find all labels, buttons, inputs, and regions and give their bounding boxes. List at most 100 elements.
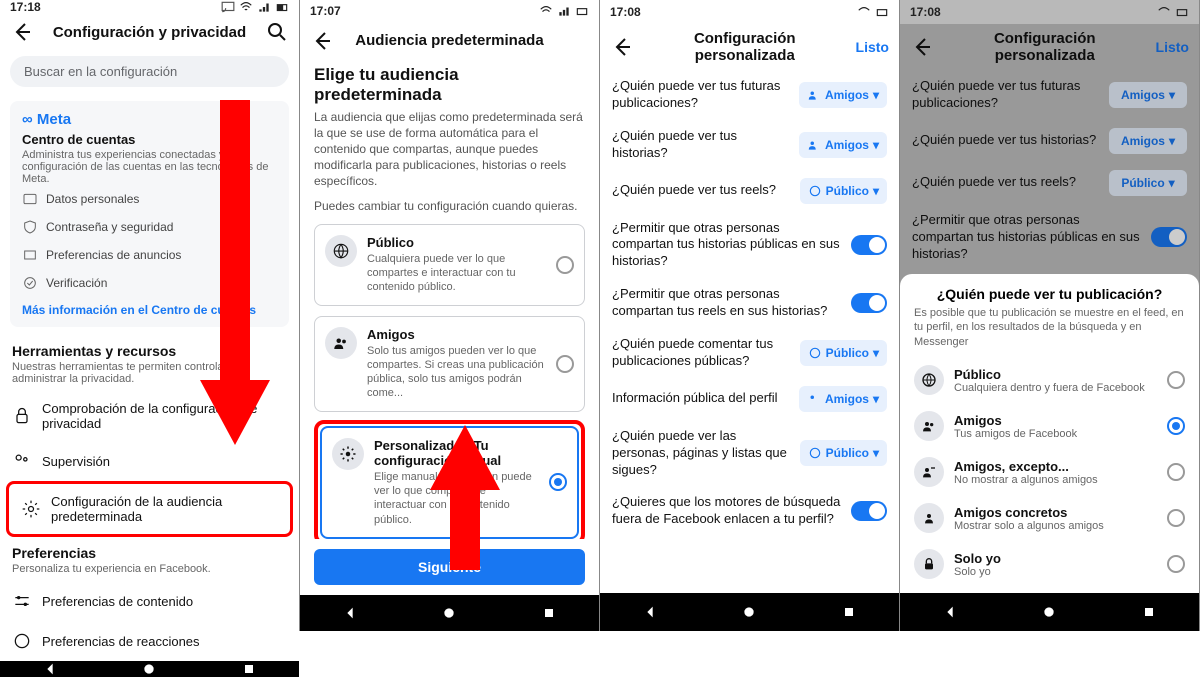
nav-back-icon[interactable] bbox=[42, 661, 58, 677]
id-icon bbox=[22, 191, 38, 207]
option-public[interactable]: PúblicoCualquiera puede ver lo que compa… bbox=[314, 224, 585, 306]
pill-public[interactable]: Público ▾ bbox=[800, 440, 887, 466]
row-reactions-prefs[interactable]: Preferencias de reacciones bbox=[0, 621, 299, 661]
header: Configuración y privacidad bbox=[0, 14, 299, 50]
nav-recent-icon[interactable] bbox=[841, 604, 857, 620]
toggle-on[interactable] bbox=[851, 235, 887, 255]
friends-icon bbox=[332, 334, 350, 352]
status-icons bbox=[857, 5, 889, 19]
lock-icon bbox=[12, 406, 32, 426]
bottom-sheet: ¿Quién puede ver tu publicación? Es posi… bbox=[900, 274, 1199, 593]
battery-icon bbox=[875, 5, 889, 19]
nav-home-icon[interactable] bbox=[441, 605, 457, 621]
globe-icon bbox=[808, 184, 822, 198]
radio-selected[interactable] bbox=[1167, 417, 1185, 435]
header-dimmed: Configuración personalizada Listo bbox=[900, 24, 1199, 70]
android-navbar bbox=[900, 593, 1199, 631]
reactions-icon bbox=[12, 631, 32, 651]
arrow-left-icon bbox=[610, 35, 634, 59]
card-desc: Administra tus experiencias conectadas y… bbox=[22, 149, 277, 185]
radio[interactable] bbox=[1167, 509, 1185, 527]
row-content-prefs[interactable]: Preferencias de contenido bbox=[0, 581, 299, 621]
section-prefs-title: Preferencias bbox=[0, 537, 299, 563]
card-row-security[interactable]: Contraseña y seguridad bbox=[22, 213, 277, 241]
pill-friends[interactable]: Amigos ▾ bbox=[799, 82, 887, 108]
globe-icon bbox=[808, 446, 822, 460]
sheet-option-public[interactable]: PúblicoCualquiera dentro y fuera de Face… bbox=[914, 357, 1185, 403]
nav-home-icon[interactable] bbox=[741, 604, 757, 620]
meta-logo: ∞ Meta bbox=[22, 111, 277, 128]
next-button[interactable]: Siguiente bbox=[314, 549, 585, 585]
pill-friends[interactable]: Amigos ▾ bbox=[799, 386, 887, 412]
globe-icon bbox=[332, 242, 350, 260]
nav-back-icon[interactable] bbox=[942, 604, 958, 620]
panel-settings: 17:18 Configuración y privacidad Buscar … bbox=[0, 0, 300, 631]
search-input[interactable]: Buscar en la configuración bbox=[10, 56, 289, 87]
back-button[interactable] bbox=[610, 35, 634, 59]
nav-recent-icon[interactable] bbox=[241, 661, 257, 677]
page-title: Audiencia predeterminada bbox=[342, 32, 557, 49]
panel-default-audience: 17:07 Audiencia predeterminada Elige tu … bbox=[300, 0, 600, 631]
sheet-option-friends[interactable]: AmigosTus amigos de Facebook bbox=[914, 403, 1185, 449]
header: Configuración personalizada Listo bbox=[600, 24, 899, 70]
status-bar: 17:08 bbox=[900, 0, 1199, 24]
status-icons bbox=[539, 4, 589, 18]
radio[interactable] bbox=[1167, 555, 1185, 573]
wifi-icon bbox=[857, 5, 871, 19]
battery-icon bbox=[275, 0, 289, 14]
back-button[interactable] bbox=[310, 29, 334, 53]
card-row-personal[interactable]: Datos personales bbox=[22, 185, 277, 213]
card-row-verify[interactable]: Verificación bbox=[22, 269, 277, 297]
radio[interactable] bbox=[1167, 463, 1185, 481]
arrow-left-icon bbox=[10, 20, 34, 44]
row-default-audience[interactable]: Configuración de la audiencia predetermi… bbox=[6, 481, 293, 537]
search-button[interactable] bbox=[265, 20, 289, 44]
done-button[interactable]: Listo bbox=[856, 39, 889, 55]
card-link[interactable]: Más información en el Centro de cuentas bbox=[22, 303, 277, 317]
card-row-ads[interactable]: Preferencias de anuncios bbox=[22, 241, 277, 269]
page-title: Configuración personalizada bbox=[942, 30, 1148, 64]
radio[interactable] bbox=[556, 256, 574, 274]
nav-home-icon[interactable] bbox=[141, 661, 157, 677]
signal-icon bbox=[257, 0, 271, 14]
nav-recent-icon[interactable] bbox=[541, 605, 557, 621]
check-badge-icon bbox=[22, 275, 38, 291]
row-supervision[interactable]: Supervisión bbox=[0, 441, 299, 481]
sheet-option-specific-friends[interactable]: Amigos concretosMostrar solo a algunos a… bbox=[914, 495, 1185, 541]
radio-selected[interactable] bbox=[549, 473, 567, 491]
pill-public[interactable]: Público ▾ bbox=[800, 178, 887, 204]
radio[interactable] bbox=[556, 355, 574, 373]
page-title: Configuración y privacidad bbox=[42, 24, 257, 41]
option-custom[interactable]: Personalizado · Tu configuración actualE… bbox=[320, 426, 579, 539]
nav-back-icon[interactable] bbox=[342, 605, 358, 621]
done-button: Listo bbox=[1156, 39, 1189, 55]
status-bar: 17:18 bbox=[0, 0, 299, 14]
back-button[interactable] bbox=[10, 20, 34, 44]
globe-icon bbox=[808, 346, 822, 360]
q-stories: ¿Quién puede ver tus historias? bbox=[612, 128, 789, 162]
section-prefs-desc: Personaliza tu experiencia en Facebook. bbox=[0, 563, 299, 581]
megaphone-icon bbox=[22, 247, 38, 263]
android-navbar bbox=[0, 661, 299, 677]
pill-friends[interactable]: Amigos ▾ bbox=[799, 132, 887, 158]
section-tools-title: Herramientas y recursos bbox=[0, 335, 299, 361]
q-profile-info: Información pública del perfil bbox=[612, 390, 789, 407]
sheet-option-only-me[interactable]: Solo yoSolo yo bbox=[914, 541, 1185, 587]
toggle-on[interactable] bbox=[851, 501, 887, 521]
option-friends[interactable]: AmigosSolo tus amigos pueden ver lo que … bbox=[314, 316, 585, 412]
nav-back-icon[interactable] bbox=[642, 604, 658, 620]
wifi-icon bbox=[239, 0, 253, 14]
family-icon bbox=[12, 451, 32, 471]
nav-home-icon[interactable] bbox=[1041, 604, 1057, 620]
search-icon bbox=[265, 20, 289, 44]
pill-public[interactable]: Público ▾ bbox=[800, 340, 887, 366]
row-privacy-check[interactable]: Comprobación de la configuración de priv… bbox=[0, 391, 299, 441]
sliders-icon bbox=[12, 591, 32, 611]
sheet-option-friends-except[interactable]: Amigos, excepto...No mostrar a algunos a… bbox=[914, 449, 1185, 495]
friends-except-icon bbox=[921, 464, 937, 480]
card-title: Centro de cuentas bbox=[22, 132, 277, 147]
description-2: Puedes cambiar tu configuración cuando q… bbox=[314, 198, 585, 214]
radio[interactable] bbox=[1167, 371, 1185, 389]
q-following: ¿Quién puede ver las personas, páginas y… bbox=[612, 428, 790, 479]
toggle-on[interactable] bbox=[851, 293, 887, 313]
